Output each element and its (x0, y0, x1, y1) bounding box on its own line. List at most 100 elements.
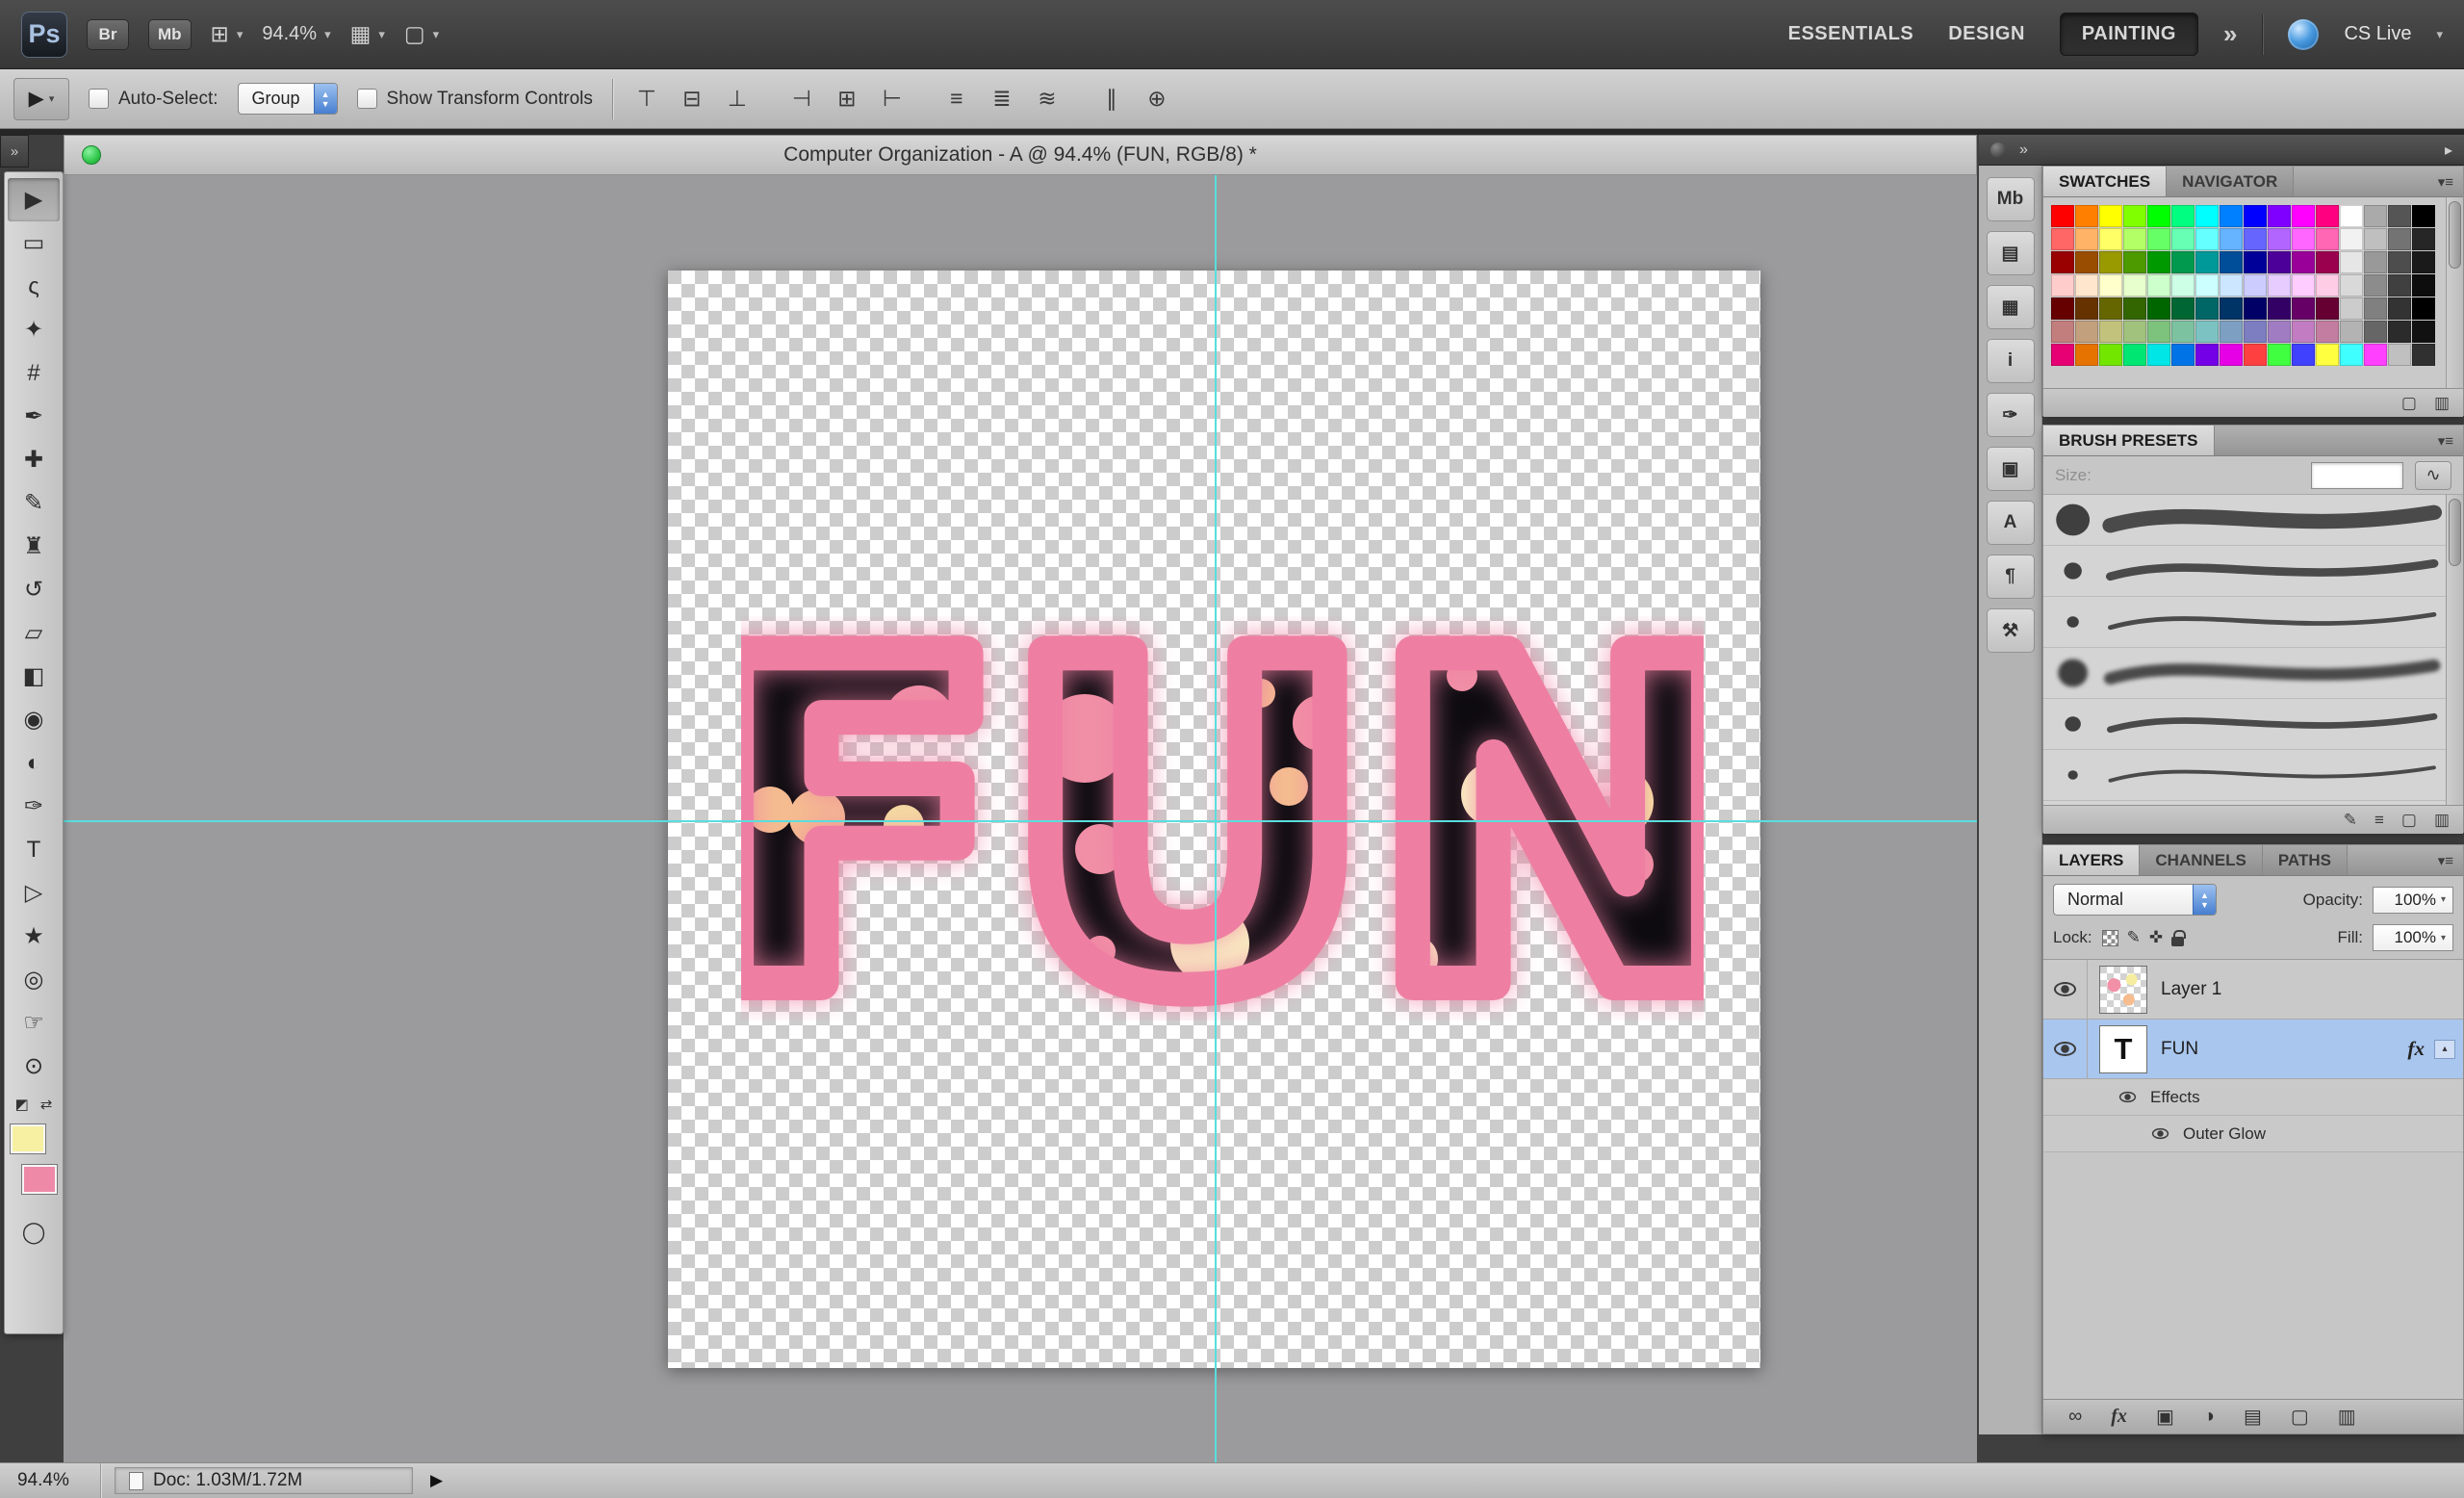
swatch-90[interactable] (2292, 321, 2315, 343)
auto-select-checkbox[interactable] (89, 89, 109, 109)
panel-menu-icon[interactable]: ▾≡ (2428, 845, 2463, 875)
swatch-88[interactable] (2244, 321, 2267, 343)
screen-mode-button[interactable]: ▢ ▾ (404, 21, 439, 47)
clone-stamp-tool[interactable]: ♜ (8, 525, 60, 568)
visibility-toggle[interactable] (2043, 960, 2088, 1019)
lock-all-icon[interactable] (2171, 937, 2184, 946)
swatch-51[interactable] (2123, 274, 2146, 297)
swatch-85[interactable] (2171, 321, 2194, 343)
brush-scrollbar[interactable] (2446, 495, 2463, 805)
lock-paint-icon[interactable]: ✎ (2127, 928, 2141, 947)
spot-healing-brush-tool[interactable]: ✚ (8, 438, 60, 481)
expand-dock-icon[interactable]: ▸ (2445, 141, 2452, 160)
zoom-tool[interactable]: ⊙ (8, 1045, 60, 1088)
brush-preset-3[interactable] (2043, 597, 2446, 648)
foreground-color-chip[interactable] (11, 1124, 45, 1153)
swatch-46[interactable] (2388, 251, 2411, 273)
swatch-53[interactable] (2171, 274, 2194, 297)
layer1-thumbnail[interactable] (2099, 966, 2147, 1014)
swatch-92[interactable] (2340, 321, 2363, 343)
mini-bridge-panel-icon[interactable]: Mb (1987, 177, 2035, 221)
panel-menu-icon[interactable]: ▾≡ (2428, 426, 2463, 455)
paragraph-panel-icon[interactable]: ¶ (1987, 555, 2035, 599)
new-swatch-button[interactable]: ▢ (2401, 394, 2417, 413)
swatch-45[interactable] (2364, 251, 2387, 273)
history-brush-tool[interactable]: ↺ (8, 568, 60, 611)
swatch-104[interactable] (2244, 344, 2267, 366)
swatch-0[interactable] (2051, 205, 2074, 227)
stroke-thumbnail-toggle[interactable]: ∿ (2415, 461, 2451, 490)
eyedropper-tool[interactable]: ✒ (8, 395, 60, 438)
new-brush-button[interactable]: ▢ (2401, 811, 2417, 830)
delete-swatch-button[interactable]: ▥ (2434, 394, 2450, 413)
swatch-13[interactable] (2364, 205, 2387, 227)
swatch-96[interactable] (2051, 344, 2074, 366)
swatch-27[interactable] (2316, 228, 2339, 250)
swatch-3[interactable] (2123, 205, 2146, 227)
swatch-63[interactable] (2412, 274, 2435, 297)
swatch-80[interactable] (2051, 321, 2074, 343)
swatch-106[interactable] (2292, 344, 2315, 366)
fill-input[interactable]: 100% ▾ (2373, 924, 2453, 951)
swatch-72[interactable] (2244, 297, 2267, 320)
swatch-42[interactable] (2292, 251, 2315, 273)
close-window-dot[interactable] (82, 145, 101, 165)
align-icon-11[interactable]: ⊕ (1142, 86, 1171, 112)
tab-navigator[interactable]: NAVIGATOR (2167, 167, 2294, 196)
swatch-103[interactable] (2220, 344, 2243, 366)
styles-panel-icon[interactable]: ▣ (1987, 447, 2035, 491)
swatch-73[interactable] (2268, 297, 2291, 320)
swatch-11[interactable] (2316, 205, 2339, 227)
collapse-dock-icon[interactable]: » (2019, 142, 2028, 159)
delete-brush-button[interactable]: ▥ (2434, 811, 2450, 830)
swatch-99[interactable] (2123, 344, 2146, 366)
tab-channels[interactable]: CHANNELS (2140, 845, 2262, 875)
layer-row-layer1[interactable]: Layer 1 (2043, 960, 2463, 1020)
swatch-31[interactable] (2412, 228, 2435, 250)
swatch-9[interactable] (2268, 205, 2291, 227)
align-icon-6[interactable]: ⊢ (878, 86, 907, 112)
move-tool[interactable]: ▶ (8, 178, 60, 221)
delete-layer-button[interactable]: ▥ (2338, 1405, 2356, 1429)
swatch-47[interactable] (2412, 251, 2435, 273)
brush-preset-2[interactable] (2043, 546, 2446, 597)
tab-brush-presets[interactable]: BRUSH PRESETS (2043, 426, 2215, 455)
swatch-110[interactable] (2388, 344, 2411, 366)
background-color-chip[interactable] (22, 1165, 57, 1194)
lasso-tool[interactable]: ς (8, 265, 60, 308)
swatch-111[interactable] (2412, 344, 2435, 366)
swatch-24[interactable] (2244, 228, 2267, 250)
swatch-49[interactable] (2075, 274, 2098, 297)
swatch-30[interactable] (2388, 228, 2411, 250)
swatch-4[interactable] (2147, 205, 2170, 227)
brush-tool[interactable]: ✎ (8, 481, 60, 525)
swatch-15[interactable] (2412, 205, 2435, 227)
swatch-19[interactable] (2123, 228, 2146, 250)
crop-tool[interactable]: # (8, 351, 60, 395)
swatch-84[interactable] (2147, 321, 2170, 343)
swatch-7[interactable] (2220, 205, 2243, 227)
toolbox-dock-header[interactable]: » (0, 135, 29, 168)
quick-selection-tool[interactable]: ✦ (8, 308, 60, 351)
rectangular-marquee-tool[interactable]: ▭ (8, 221, 60, 265)
swatch-102[interactable] (2195, 344, 2219, 366)
swatch-65[interactable] (2075, 297, 2098, 320)
stroke-preview-button[interactable]: ✎ (2344, 811, 2357, 830)
link-layers-button[interactable]: ∞ (2068, 1406, 2082, 1428)
arrange-documents-button[interactable]: ▦ ▾ (350, 21, 385, 47)
workspace-design[interactable]: DESIGN (1948, 23, 2025, 45)
swatch-28[interactable] (2340, 228, 2363, 250)
swatch-59[interactable] (2316, 274, 2339, 297)
swatch-16[interactable] (2051, 228, 2074, 250)
swatch-82[interactable] (2099, 321, 2122, 343)
layer-style-button[interactable]: fx (2111, 1406, 2127, 1428)
align-icon-1[interactable]: ⊤ (632, 86, 661, 112)
swatch-2[interactable] (2099, 205, 2122, 227)
layer-comps-panel-icon[interactable]: ▤ (1987, 231, 2035, 275)
effects-row[interactable]: Effects (2043, 1079, 2463, 1116)
swatch-36[interactable] (2147, 251, 2170, 273)
swatch-74[interactable] (2292, 297, 2315, 320)
swatch-105[interactable] (2268, 344, 2291, 366)
swatch-54[interactable] (2195, 274, 2219, 297)
swatch-75[interactable] (2316, 297, 2339, 320)
